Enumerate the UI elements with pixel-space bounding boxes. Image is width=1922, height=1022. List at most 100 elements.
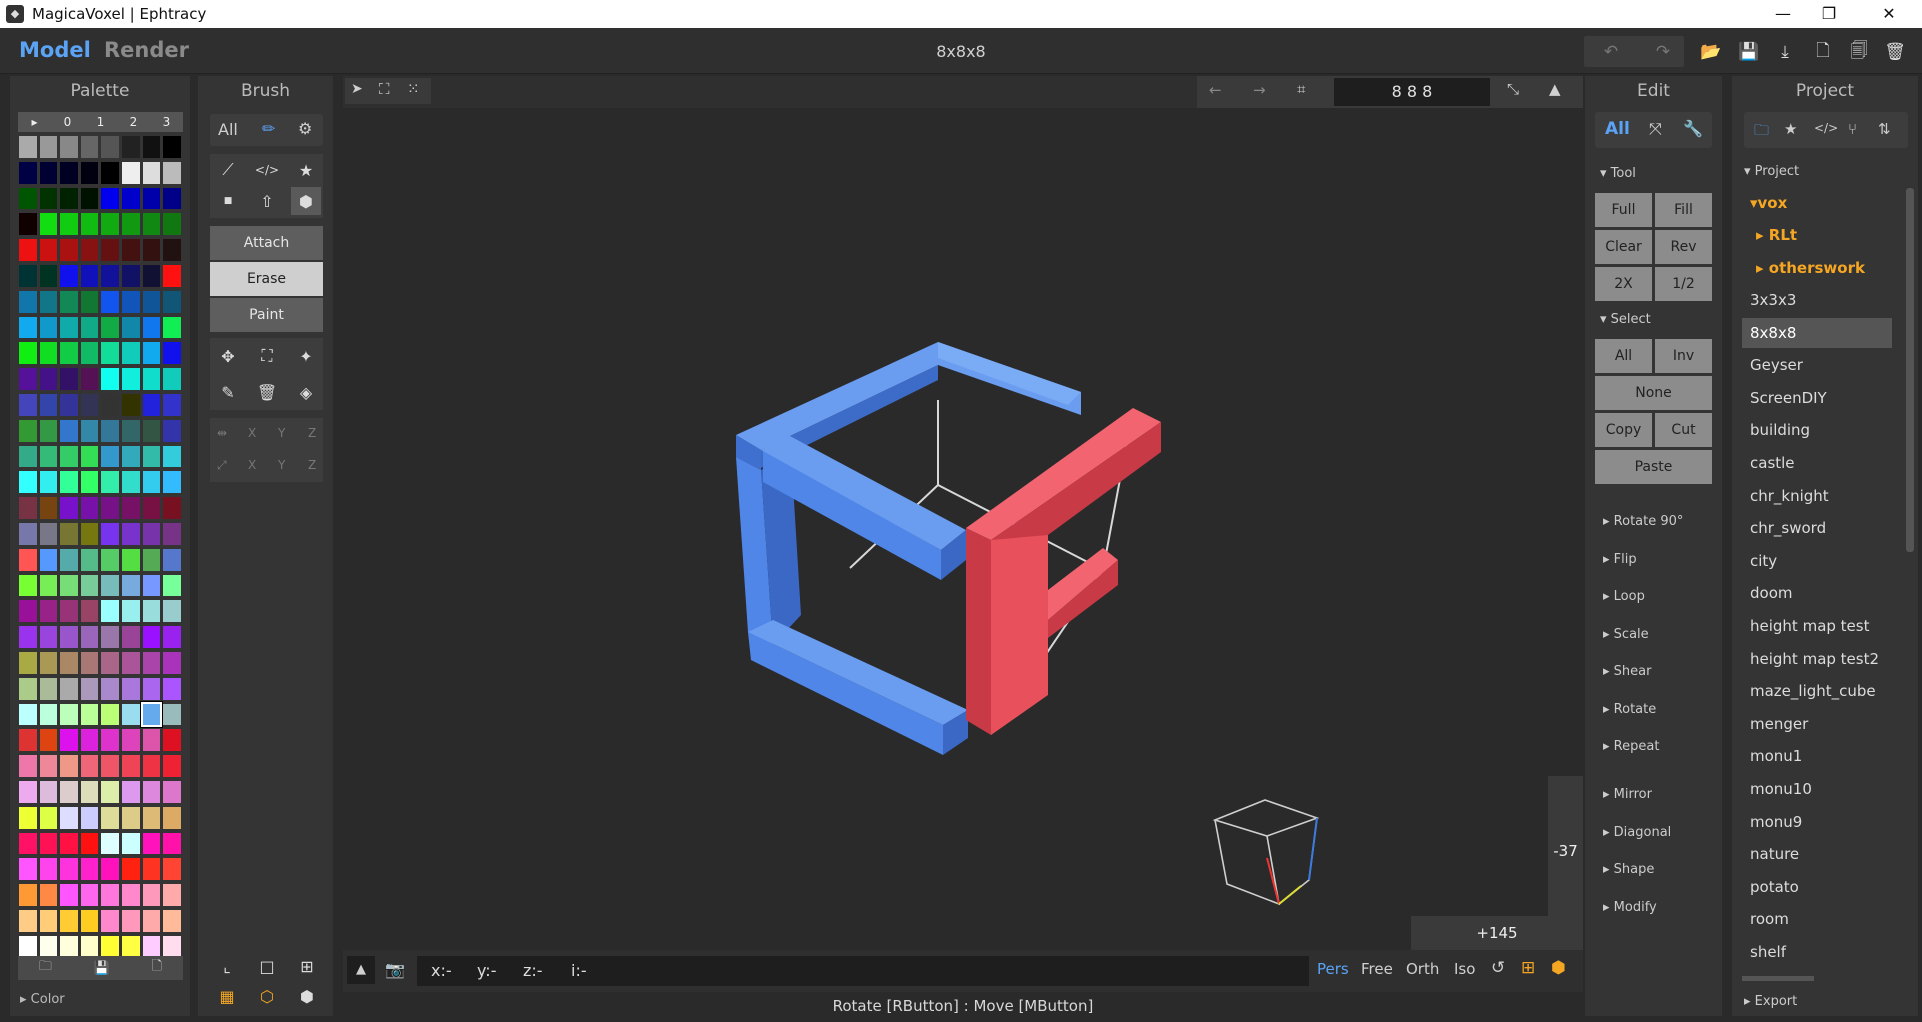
palette-swatch[interactable] (142, 832, 161, 855)
palette-swatch[interactable] (163, 136, 181, 158)
palette-swatch[interactable] (142, 419, 161, 442)
palette-swatch[interactable] (19, 523, 37, 545)
palette-swatch[interactable] (142, 935, 161, 958)
palette-open-icon[interactable]: 🗀 (39, 957, 52, 979)
palette-swatch[interactable] (163, 239, 181, 261)
cube-view-icon[interactable]: ⬢ (1551, 958, 1566, 978)
project-file-item[interactable]: height map test (1742, 611, 1892, 641)
palette-swatch[interactable] (19, 290, 37, 313)
grid-view-icon[interactable]: ⊞ (1521, 958, 1535, 978)
palette-swatch[interactable] (19, 265, 37, 287)
palette-page-0[interactable]: 0 (51, 112, 84, 132)
palette-swatch[interactable] (122, 394, 140, 416)
palette-swatch[interactable] (19, 910, 37, 932)
palette-swatch[interactable] (60, 213, 78, 236)
color-picker-icon[interactable]: ✎ (213, 378, 243, 406)
palette-swatch[interactable] (80, 136, 99, 158)
palette-swatch[interactable] (142, 394, 161, 416)
palette-page-2[interactable]: 2 (117, 112, 150, 132)
palette-swatch[interactable] (101, 935, 119, 958)
maximize-button[interactable]: ❐ (1806, 0, 1852, 28)
voxel-brush-icon[interactable]: ■ (213, 187, 243, 215)
tool-clear-button[interactable]: Clear (1595, 230, 1652, 264)
palette-swatch[interactable] (39, 471, 58, 494)
palette-swatch[interactable] (39, 265, 58, 287)
palette-swatch[interactable] (122, 574, 140, 597)
palette-swatch[interactable] (142, 342, 161, 365)
palette-save-icon[interactable]: 💾 (94, 961, 110, 976)
palette-swatch[interactable] (101, 910, 119, 932)
palette-swatch[interactable] (163, 755, 181, 777)
palette-swatch[interactable] (19, 239, 37, 261)
camera-icon[interactable]: 📷 (381, 956, 409, 984)
section-repeat[interactable]: ▸ Repeat (1603, 739, 1659, 754)
palette-swatch[interactable] (142, 652, 161, 674)
face-brush-icon[interactable]: ⇧ (252, 187, 282, 215)
palette-swatch[interactable] (80, 497, 99, 519)
palette-swatch[interactable] (163, 497, 181, 519)
palette-swatch[interactable] (101, 419, 119, 442)
palette-swatch[interactable] (163, 884, 181, 906)
palette-swatch[interactable] (39, 832, 58, 855)
layout-grid-icon[interactable]: ⊞ (292, 952, 322, 980)
palette-swatch[interactable] (39, 239, 58, 261)
palette-play-icon[interactable]: ▸ (18, 112, 51, 132)
palette-swatch[interactable] (60, 652, 78, 674)
shrink-icon[interactable]: ⤡ (1507, 80, 1519, 98)
palette-swatch[interactable] (80, 806, 99, 829)
trash-icon[interactable]: 🗑 (252, 378, 282, 406)
palette-swatch[interactable] (140, 701, 163, 728)
move-icon[interactable]: ✥ (213, 342, 243, 370)
palette-swatch[interactable] (122, 600, 140, 623)
palette-swatch[interactable] (80, 419, 99, 442)
palette-swatch[interactable] (60, 910, 78, 932)
palette-swatch[interactable] (122, 677, 140, 700)
project-file-item[interactable]: shelf (1742, 937, 1892, 967)
palette-swatch[interactable] (163, 187, 181, 210)
mirror-y[interactable]: Y (278, 426, 285, 440)
palette-swatch[interactable] (142, 136, 161, 158)
palette-swatch[interactable] (101, 729, 119, 752)
layout-square-icon[interactable]: □ (252, 952, 282, 980)
palette-swatch[interactable] (39, 677, 58, 700)
palette-swatch[interactable] (60, 832, 78, 855)
layout-cube-white-icon[interactable]: ⬢ (292, 982, 322, 1010)
palette-swatch[interactable] (142, 677, 161, 700)
palette-swatch[interactable] (163, 290, 181, 313)
palette-swatch[interactable] (19, 935, 37, 958)
palette-swatch[interactable] (80, 342, 99, 365)
dims-field[interactable]: 8 8 8 (1334, 78, 1490, 106)
palette-swatch[interactable] (142, 858, 161, 881)
palette-swatch[interactable] (60, 806, 78, 829)
project-file-item[interactable]: room (1742, 904, 1892, 934)
project-file-item[interactable]: maze_light_cube (1742, 676, 1892, 706)
palette-swatch[interactable] (19, 136, 37, 158)
triangle-toggle-icon[interactable]: ▲ (347, 956, 375, 984)
palette-new-icon[interactable]: 🗋 (152, 957, 162, 979)
project-file-item[interactable]: chr_knight (1742, 481, 1892, 511)
palette-swatch[interactable] (80, 213, 99, 236)
attach-button[interactable]: Attach (210, 226, 323, 260)
palette-swatch[interactable] (163, 316, 181, 339)
palette-swatch[interactable] (60, 419, 78, 442)
erase-button[interactable]: Erase (210, 262, 323, 296)
palette-swatch[interactable] (142, 806, 161, 829)
palette-swatch[interactable] (39, 316, 58, 339)
mirror-icon[interactable]: ⇹ (217, 426, 227, 440)
palette-swatch[interactable] (19, 832, 37, 855)
project-sort-icon[interactable]: ⇅ (1878, 120, 1891, 138)
palette-swatch[interactable] (101, 187, 119, 210)
view-free[interactable]: Free (1361, 960, 1393, 978)
palette-swatch[interactable] (101, 600, 119, 623)
pointer-icon[interactable]: ➤ (351, 81, 363, 97)
palette-swatch[interactable] (60, 548, 78, 571)
palette-swatch[interactable] (80, 910, 99, 932)
palette-swatch[interactable] (60, 445, 78, 468)
palette-swatch[interactable] (101, 652, 119, 674)
palette-swatch[interactable] (80, 445, 99, 468)
palette-swatch[interactable] (101, 445, 119, 468)
new-file-icon[interactable]: 🗋 (1808, 38, 1838, 66)
arrow-left-icon[interactable]: ← (1209, 81, 1222, 99)
section-shape[interactable]: ▸ Shape (1603, 862, 1654, 877)
section-shear[interactable]: ▸ Shear (1603, 664, 1651, 679)
